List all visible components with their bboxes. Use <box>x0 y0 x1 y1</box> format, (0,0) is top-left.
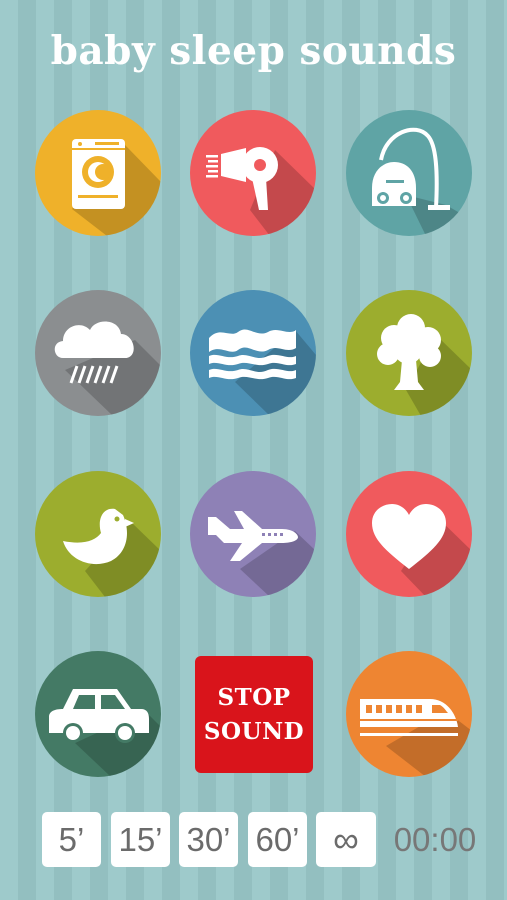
car-sound-button[interactable] <box>35 651 161 777</box>
car-icon <box>49 689 161 777</box>
hair-dryer-sound-button[interactable] <box>190 110 316 236</box>
stop-label-line1: STOP <box>217 683 291 711</box>
vacuum-cleaner-sound-button[interactable] <box>346 110 472 236</box>
timer-15-button[interactable]: 15’ <box>111 812 170 867</box>
vacuum-cleaner-icon <box>372 127 472 236</box>
bird-icon <box>63 508 161 597</box>
bird-sound-button[interactable] <box>35 471 161 597</box>
app-title: baby sleep sounds <box>50 28 457 74</box>
airplane-sound-button[interactable] <box>190 471 316 597</box>
waves-icon <box>209 329 316 416</box>
ocean-waves-sound-button[interactable] <box>190 290 316 416</box>
timer-30-button[interactable]: 30’ <box>179 812 238 867</box>
washing-machine-sound-button[interactable] <box>35 110 161 236</box>
timer-clock: 00:00 <box>393 820 477 858</box>
hair-dryer-icon <box>206 147 316 236</box>
tree-sound-button[interactable] <box>346 290 472 416</box>
train-sound-button[interactable] <box>346 651 472 777</box>
heartbeat-sound-button[interactable] <box>346 471 472 597</box>
timer-60-button[interactable]: 60’ <box>248 812 307 867</box>
tree-icon <box>377 314 472 416</box>
stop-sound-button[interactable]: STOP SOUND <box>195 656 313 773</box>
washing-machine-icon <box>72 139 161 236</box>
heart-icon <box>372 504 472 597</box>
train-icon <box>360 699 472 777</box>
rain-sound-button[interactable] <box>35 290 161 416</box>
airplane-icon <box>208 511 316 597</box>
rain-cloud-icon <box>54 321 161 416</box>
timer-5-button[interactable]: 5’ <box>42 812 101 867</box>
stop-label-line2: SOUND <box>203 717 305 745</box>
timer-infinite-button[interactable]: ∞ <box>316 812 376 867</box>
